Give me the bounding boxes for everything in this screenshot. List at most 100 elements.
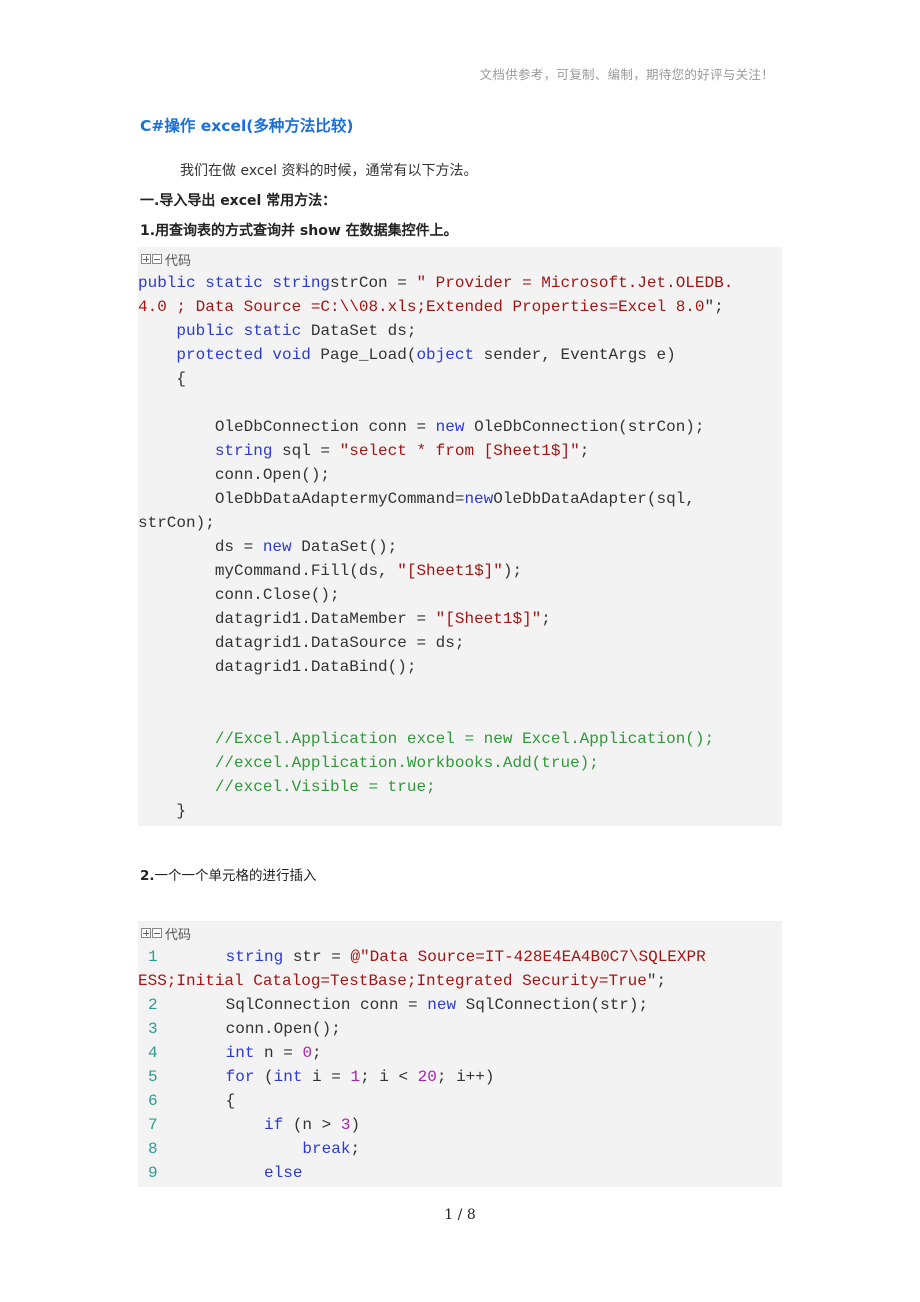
line-number: 5 [148,1068,158,1086]
section-heading: 一.导入导出 excel 常用方法： [140,193,337,209]
page-number: 1 / 8 [0,1207,920,1223]
code-keyword: new [262,538,292,556]
code-text: SqlConnection conn = [168,996,428,1014]
code-string: " Provider = Microsoft.Jet.OLEDB. [416,274,734,292]
code-number: 0 [302,1044,313,1062]
code-text: conn.Close(); [138,586,340,604]
code-keyword: for [225,1068,255,1086]
code-keyword: break [302,1140,351,1158]
code-line: string sql = "select * from [Sheet1$]"; [138,439,782,463]
code-line: conn.Close(); [138,583,782,607]
code-line: //excel.Application.Workbooks.Add(true); [138,751,782,775]
code-line: OleDbDataAdaptermyCommand=newOleDbDataAd… [138,487,782,511]
line-number: 3 [148,1020,158,1038]
code-text: ; [541,610,551,628]
code-text: conn.Open(); [138,466,331,484]
code-keyword: int [225,1044,255,1062]
code-text: OleDbDataAdaptermyCommand= [138,490,465,508]
code-line: 9 else [138,1161,782,1185]
code-string: @"Data Source=IT-428E4EA4B0C7\SQLEXPR [350,948,706,966]
code-line: 6 { [138,1089,782,1113]
code-line: strCon); [138,511,782,535]
code-text: sender, EventArgs e) [474,346,676,364]
code-line: //Excel.Application excel = new Excel.Ap… [138,727,782,751]
code-header: 代码 [138,921,782,945]
code-text: ; [312,1044,322,1062]
line-number: 2 [148,996,158,1014]
code-text: strCon = [330,274,417,292]
code-line: conn.Open(); [138,463,782,487]
code-label: 代码 [165,927,192,943]
code-header: 代码 [138,247,782,271]
code-line: public static DataSet ds; [138,319,782,343]
minus-box-icon[interactable] [152,254,162,264]
line-number: 6 [148,1092,158,1110]
code-text: OleDbConnection conn = [138,418,436,436]
minus-box-icon[interactable] [152,928,162,938]
code-text: datagrid1.DataSource = ds; [138,634,465,652]
code-text: datagrid1.DataMember = [138,610,436,628]
code-text: ) [350,1116,361,1134]
code-text: ; [350,1140,361,1158]
code-text: "; [646,972,667,990]
code-text: conn.Open(); [168,1020,341,1038]
page-separator: / [453,1207,467,1223]
code-line: { [138,367,782,391]
plus-box-icon[interactable] [141,928,151,938]
code-text: strCon); [138,514,215,532]
code-number: 3 [340,1116,351,1134]
total-pages: 8 [466,1207,476,1223]
code-keyword: string [225,948,284,966]
code-content: 1 string str = @"Data Source=IT-428E4EA4… [138,945,782,1185]
subsection-heading-1: 1.用查询表的方式查询并 show 在数据集控件上。 [140,220,458,240]
code-text: OleDbConnection(strCon); [464,418,705,436]
code-text: myCommand.Fill(ds, [138,562,398,580]
line-number: 9 [148,1164,158,1182]
code-line: //excel.Visible = true; [138,775,782,799]
code-line: ESS;Initial Catalog=TestBase;Integrated … [138,969,782,993]
code-content: public static stringstrCon = " Provider … [138,271,782,823]
intro-paragraph: 我们在做 excel 资料的时候，通常有以下方法。 [180,163,478,179]
code-line: 4.0 ; Data Source =C:\\08.xls;Extended P… [138,295,782,319]
code-keyword: new [435,418,465,436]
code-text: ( [254,1068,274,1086]
code-text: str = [283,948,351,966]
code-block-2: 代码 1 string str = @"Data Source=IT-428E4… [138,921,782,1187]
code-line: public static stringstrCon = " Provider … [138,271,782,295]
code-text: ; i++) [436,1068,495,1086]
code-text: ; [579,442,590,460]
subsection-text: 一个一个单元格的进行插入 [154,868,317,884]
code-text: { [138,370,187,388]
plus-box-icon[interactable] [141,254,151,264]
code-comment: //Excel.Application excel = new Excel.Ap… [138,730,715,748]
code-line: OleDbConnection conn = new OleDbConnecti… [138,415,782,439]
line-number: 4 [148,1044,158,1062]
code-line: datagrid1.DataBind(); [138,655,782,679]
code-string: "[Sheet1$]" [435,610,542,628]
subsection-number: 2. [140,868,155,884]
code-text: Page_Load( [310,346,417,364]
code-text: DataSet(); [291,538,398,556]
code-text: n = [254,1044,303,1062]
code-text: sql = [272,442,340,460]
code-keyword: if [264,1116,284,1134]
code-line: datagrid1.DataMember = "[Sheet1$]"; [138,607,782,631]
code-keyword: object [416,346,475,364]
code-text: ds = [138,538,263,556]
code-text: ; i < [360,1068,418,1086]
code-line: 1 string str = @"Data Source=IT-428E4EA4… [138,945,782,969]
code-line: myCommand.Fill(ds, "[Sheet1$]"); [138,559,782,583]
line-number: 1 [148,948,158,966]
document-title: C#操作 excel(多种方法比较) [140,117,354,135]
line-number: 8 [148,1140,158,1158]
code-line: 3 conn.Open(); [138,1017,782,1041]
